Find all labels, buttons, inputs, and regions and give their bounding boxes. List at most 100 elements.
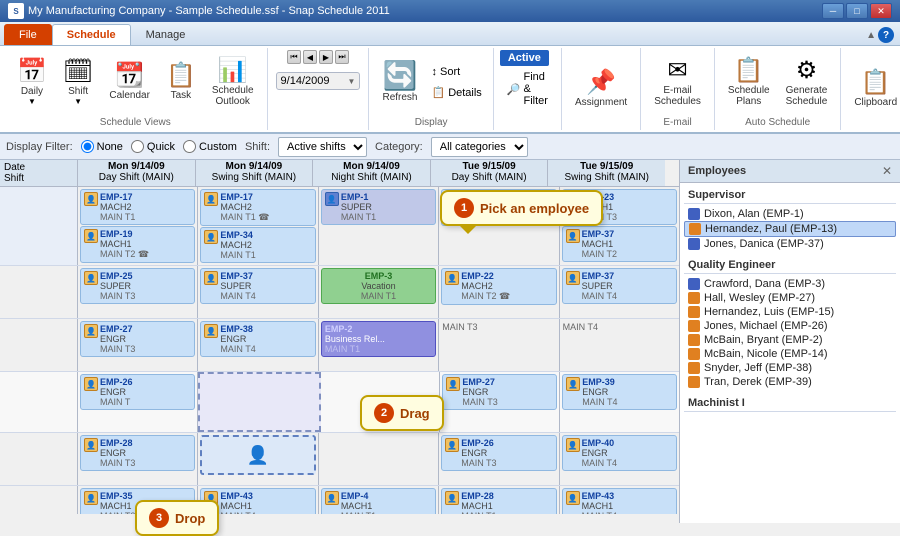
list-item[interactable]: Tran, Derek (EMP-39) [684,375,896,389]
employees-list[interactable]: Supervisor Dixon, Alan (EMP-1) Hernandez… [680,183,900,523]
emp-card[interactable]: 👤EMP-26ENGRMAIN T [80,374,195,410]
close-button[interactable]: ✕ [870,3,892,19]
date-picker[interactable]: 9/14/2009 ▼ [276,72,361,90]
list-item[interactable]: Dixon, Alan (EMP-1) [684,207,896,221]
emp-card[interactable]: 👤EMP-37SUPERMAIN T4 [562,268,677,304]
emp-card[interactable]: 👤EMP-28MACH1MAIN T1 [441,488,556,514]
emp-card[interactable]: 👤EMP-27ENGRMAIN T3 [442,374,557,410]
shift-button[interactable]: 🗓 Shift ▼ [56,57,100,109]
find-filter-button[interactable]: 🔎 Find &Filter [500,68,555,110]
emp-card[interactable]: 👤EMP-17MACH2MAIN T1 ☎ [200,189,315,226]
details-button[interactable]: 📋 Details [426,83,486,102]
display-filter-label: Display Filter: [6,141,73,153]
nav-last-button[interactable]: ⏭ [335,50,349,64]
restore-button[interactable]: □ [846,3,868,19]
emp-card[interactable]: 👤EMP-25SUPERMAIN T3 [80,268,195,304]
schedule-body[interactable]: 👤EMP-17MACH2MAIN T1 👤EMP-19MACH1MAIN T2 … [0,187,679,514]
filter-custom-input[interactable] [183,140,196,153]
emp-icon: 👤 [84,377,98,391]
emp-card[interactable]: 👤EMP-39ENGRMAIN T4 [562,374,677,410]
email-schedules-button[interactable]: ✉ E-mailSchedules [647,56,708,110]
header-col-5: Tue 9/15/09 Swing Shift (MAIN) [548,160,665,186]
task-button[interactable]: 📋 Task [159,61,203,104]
nav-prev-button[interactable]: ◀ [303,50,317,64]
filter-quick-radio[interactable]: Quick [131,140,175,153]
title-bar: S My Manufacturing Company - Sample Sche… [0,0,900,22]
emp-card[interactable]: 👤EMP-19MACH1MAIN T2 ☎ [80,226,195,263]
emp-card[interactable]: 👤EMP-27ENGRMAIN T3 [80,321,195,357]
date-dropdown-arrow[interactable]: ▼ [348,77,356,86]
clipboard-button[interactable]: 📋 Clipboard [847,68,900,111]
shift-select[interactable]: Active shifts [278,137,367,157]
filter-none-radio[interactable]: None [81,140,123,153]
list-item[interactable]: McBain, Nicole (EMP-14) [684,347,896,361]
emp-card[interactable]: 👤EMP-34MACH2MAIN T1 [200,227,315,263]
list-item[interactable]: Hernandez, Paul (EMP-13) [684,221,896,237]
emp-card[interactable]: 👤EMP-17MACH2MAIN T1 [80,189,195,225]
calendar-button[interactable]: 📆 Calendar [102,61,157,104]
find-filter-label: Find &Filter [524,71,548,107]
emp-icon: 👤 [84,324,98,338]
refresh-button[interactable]: 🔄 Refresh [375,59,424,106]
emp-card[interactable]: 👤EMP-4MACH1MAIN T1 [321,488,436,514]
schedule-plans-button[interactable]: 📋 SchedulePlans [721,56,777,110]
emp-card[interactable]: 👤EMP-26ENGRMAIN T3 [441,435,556,471]
ribbon-group-clipboard: 📋 Clipboard [841,48,900,130]
ribbon-help-arrow[interactable]: ▲ [866,30,876,41]
list-item[interactable]: Jones, Danica (EMP-37) [684,237,896,251]
sort-button[interactable]: ↕ Sort [426,63,486,81]
tab-file[interactable]: File [4,24,52,45]
list-item[interactable]: Hall, Wesley (EMP-27) [684,291,896,305]
emp-card-dragging[interactable]: 👤 [200,435,315,475]
schedule-outlook-button[interactable]: 📊 Schedule Outlook [205,56,261,110]
refresh-label: Refresh [382,92,417,103]
cell-5-2-drag: 👤 [198,433,318,485]
emp-card-vacation[interactable]: EMP-3VacationMAIN T1 [321,268,436,304]
generate-schedule-button[interactable]: ⚙ GenerateSchedule [779,56,835,110]
emp-card[interactable]: 👤EMP-37SUPERMAIN T4 [200,268,315,304]
filter-quick-input[interactable] [131,140,144,153]
tab-schedule[interactable]: Schedule [52,24,131,45]
email-label: E-mailSchedules [654,85,701,107]
nav-first-button[interactable]: ⏮ [287,50,301,64]
list-item[interactable]: McBain, Bryant (EMP-2) [684,333,896,347]
emp-icon: 👤 [84,438,98,452]
emp-icon: 👤 [445,271,459,285]
row-date-1 [0,187,78,265]
employees-close-button[interactable]: ✕ [882,164,892,178]
cell-4-5: 👤EMP-39ENGRMAIN T4 [560,372,679,432]
minimize-button[interactable]: ─ [822,3,844,19]
list-item[interactable]: Hernandez, Luis (EMP-15) [684,305,896,319]
app-title: My Manufacturing Company - Sample Schedu… [28,5,390,17]
ribbon-help-icon[interactable]: ? [878,27,894,43]
category-select[interactable]: All categories [431,137,528,157]
filter-none-input[interactable] [81,140,94,153]
navigation-items: ⏮ ◀ ▶ ⏭ 9/14/2009 ▼ [274,50,363,128]
emp-card[interactable]: 👤EMP-1SUPERMAIN T1 [321,189,436,225]
emp-card[interactable]: 👤EMP-22MACH2MAIN T2 ☎ [441,268,556,305]
tab-manage[interactable]: Manage [131,24,201,45]
emp-card[interactable]: 👤EMP-40ENGRMAIN T4 [562,435,677,471]
header-col-5-date: Tue 9/15/09 [551,161,662,172]
list-item[interactable]: Snyder, Jeff (EMP-38) [684,361,896,375]
date-input[interactable]: 9/14/2009 [281,75,346,87]
title-bar-controls[interactable]: ─ □ ✕ [822,3,892,19]
emp-card[interactable]: 👤EMP-43MACH1MAIN T4 [562,488,677,514]
emp-card[interactable]: 👤EMP-38ENGRMAIN T4 [200,321,315,357]
cell-3-1: 👤EMP-27ENGRMAIN T3 [78,319,198,371]
emp-section-machinist: Machinist I [684,395,896,412]
assignment-button[interactable]: 📌 Assignment [568,68,634,111]
daily-button[interactable]: 📅 Daily ▼ [10,57,54,109]
cell-4-2-drop[interactable] [198,372,321,432]
emp-color-dot [689,223,701,235]
daily-icon: 📅 [17,60,47,84]
filter-custom-radio[interactable]: Custom [183,140,237,153]
email-group-label: E-mail [663,115,691,128]
list-item[interactable]: Jones, Michael (EMP-26) [684,319,896,333]
header-col-3-shift: Night Shift (MAIN) [316,172,427,183]
emp-card-business[interactable]: EMP-2Business Rel...MAIN T1 [321,321,436,357]
nav-next-button[interactable]: ▶ [319,50,333,64]
emp-card[interactable]: 👤EMP-28ENGRMAIN T3 [80,435,195,471]
cell-2-4: 👤EMP-22MACH2MAIN T2 ☎ [439,266,559,318]
list-item[interactable]: Crawford, Dana (EMP-3) [684,277,896,291]
